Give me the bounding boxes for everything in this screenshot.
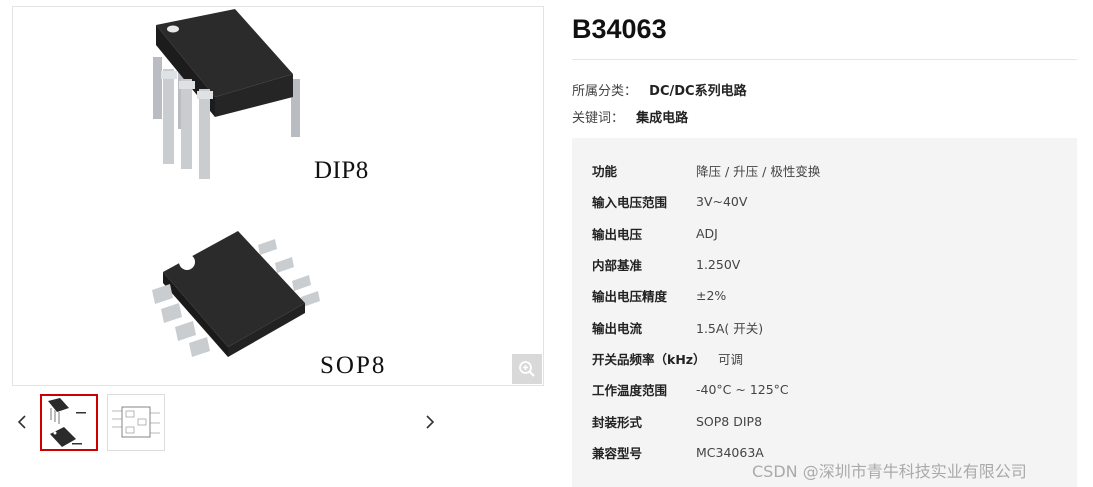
spec-row: 开关品频率（kHz） 可调 xyxy=(592,348,743,368)
spec-label: 输入电压范围 xyxy=(592,194,668,210)
spec-row: 输出电压精度 ±2% xyxy=(592,285,726,305)
spec-row: 输出电流 1.5A( 开关) xyxy=(592,317,763,337)
chip-packages-thumbnail xyxy=(48,398,86,447)
watermark: CSDN @深圳市青牛科技实业有限公司 xyxy=(752,462,1027,481)
spec-value: 可调 xyxy=(718,351,744,367)
product-image-viewer[interactable]: DIP8 SOP8 xyxy=(12,6,544,386)
spec-label: 功能 xyxy=(592,163,618,179)
spec-row: 封装形式 SOP8 DIP8 xyxy=(592,411,762,431)
spec-value: SOP8 DIP8 xyxy=(696,413,763,429)
spec-value: -40°C ~ 125°C xyxy=(696,381,789,397)
thumbnail-strip xyxy=(12,392,544,454)
spec-row: 工作温度范围 -40°C ~ 125°C xyxy=(592,379,789,399)
sop8-label: SOP8 xyxy=(320,352,387,379)
spec-label: 开关品频率（kHz） xyxy=(592,351,706,367)
spec-value: 降压 / 升压 / 极性变换 xyxy=(696,163,821,179)
thumbnail-circuit-diagram[interactable] xyxy=(107,394,165,451)
prev-thumbnail-button[interactable] xyxy=(12,412,32,432)
keywords-label: 关键词： xyxy=(572,111,625,126)
keywords-line: 关键词： 集成电路 xyxy=(572,107,688,126)
spec-label: 兼容型号 xyxy=(592,445,643,461)
category-label: 所属分类： xyxy=(572,84,638,99)
spec-value: ADJ xyxy=(696,225,718,241)
spec-label: 输出电流 xyxy=(592,320,643,336)
keywords-link[interactable]: 集成电路 xyxy=(636,111,688,126)
dip8-label: DIP8 xyxy=(314,157,369,184)
spec-row: 输出电压 ADJ xyxy=(592,223,718,243)
chevron-right-icon xyxy=(426,415,435,429)
spec-value: ±2% xyxy=(696,287,727,303)
category-link[interactable]: DC/DC系列电路 xyxy=(649,84,746,99)
spec-label: 工作温度范围 xyxy=(592,382,668,398)
spec-row: 功能 降压 / 升压 / 极性变换 xyxy=(592,160,820,180)
spec-label: 封装形式 xyxy=(592,414,643,430)
spec-value: 1.5A( 开关) xyxy=(696,320,764,336)
spec-value: 1.250V xyxy=(696,256,741,272)
title-divider xyxy=(572,59,1077,60)
spec-row: 输入电压范围 3V~40V xyxy=(592,191,747,211)
thumbnail-chip-packages[interactable] xyxy=(40,394,98,451)
spec-label: 输出电压精度 xyxy=(592,288,668,304)
spec-label: 内部基准 xyxy=(592,257,643,273)
spec-table: 功能 降压 / 升压 / 极性变换 输入电压范围 3V~40V 输出电压 ADJ… xyxy=(572,138,1077,487)
product-title: B34063 xyxy=(572,14,667,44)
category-line: 所属分类： DC/DC系列电路 xyxy=(572,80,747,99)
spec-value: 3V~40V xyxy=(696,193,748,209)
sop8-chip-image xyxy=(152,231,320,357)
next-thumbnail-button[interactable] xyxy=(420,412,440,432)
zoom-button[interactable] xyxy=(512,354,542,384)
zoom-in-icon xyxy=(519,361,535,377)
chevron-left-icon xyxy=(17,415,26,429)
spec-row: 内部基准 1.250V xyxy=(592,254,740,274)
spec-row: 兼容型号 MC34063A xyxy=(592,442,764,462)
spec-label: 输出电压 xyxy=(592,226,643,242)
circuit-diagram-thumbnail xyxy=(112,406,160,438)
